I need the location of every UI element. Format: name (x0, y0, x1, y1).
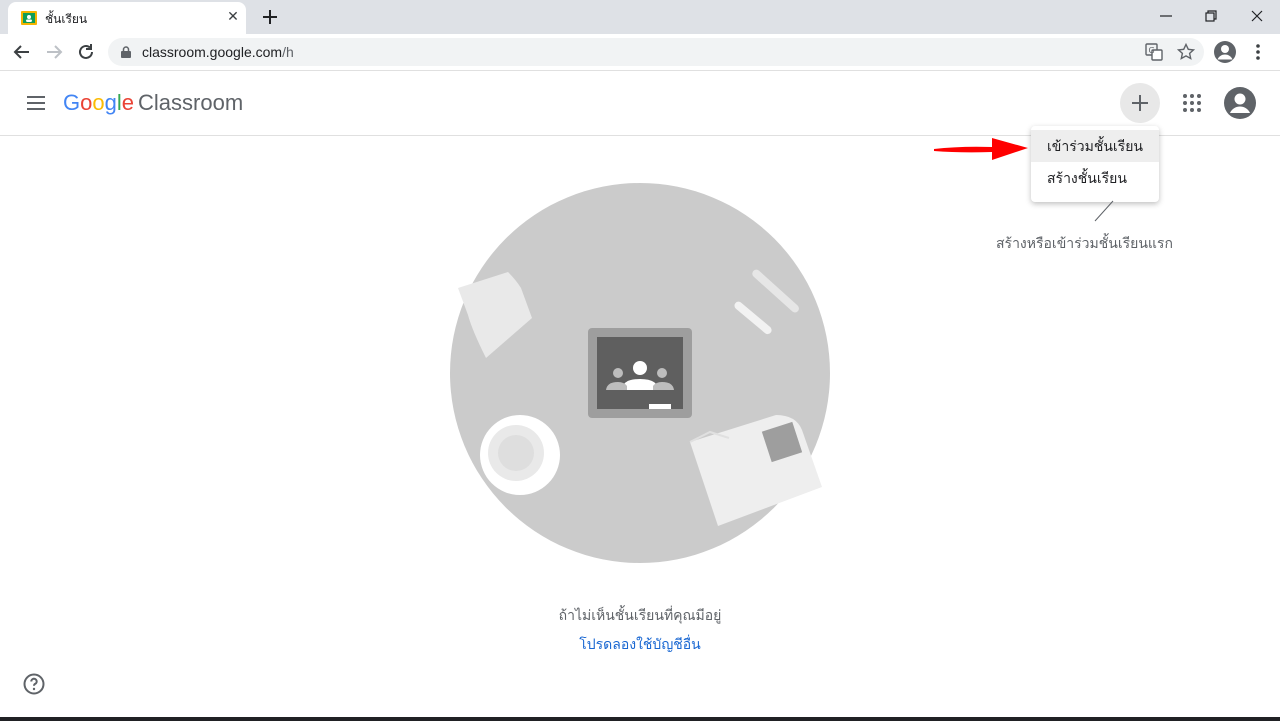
translate-icon[interactable]: G (1144, 42, 1164, 62)
product-name: Classroom (138, 90, 244, 115)
red-annotation-arrow-icon (934, 138, 1028, 160)
tab-title: ชั้นเรียน (45, 12, 88, 26)
create-join-menu: เข้าร่วมชั้นเรียน สร้างชั้นเรียน (1031, 126, 1159, 202)
create-or-join-button[interactable] (1120, 83, 1160, 123)
url-text[interactable]: classroom.google.com/h (142, 44, 294, 60)
account-avatar[interactable] (1224, 87, 1256, 119)
svg-text:G: G (1149, 46, 1155, 55)
address-bar[interactable]: classroom.google.com/h G (108, 38, 1204, 66)
close-window-icon[interactable] (1245, 4, 1269, 28)
restore-icon[interactable] (1199, 4, 1223, 28)
help-icon[interactable] (22, 672, 46, 696)
classroom-favicon-icon (21, 11, 37, 25)
browser-tab[interactable]: ชั้นเรียน ✕ (8, 2, 246, 34)
onboarding-hint: สร้างหรือเข้าร่วมชั้นเรียนแรก (996, 235, 1173, 251)
browser-tab-strip: ชั้นเรียน ✕ (0, 0, 1280, 34)
new-tab-icon[interactable] (258, 5, 282, 29)
back-icon[interactable] (10, 40, 34, 64)
browser-menu-icon[interactable] (1248, 40, 1268, 64)
google-classroom-logo[interactable]: Google Classroom (63, 89, 243, 117)
switch-account-link[interactable]: โปรดลองใช้บัญชีอื่น (579, 636, 700, 652)
browser-profile-icon[interactable] (1213, 40, 1237, 64)
join-class-menu-item[interactable]: เข้าร่วมชั้นเรียน (1031, 130, 1159, 162)
plus-icon (1132, 95, 1148, 111)
google-apps-icon[interactable] (1180, 91, 1204, 115)
minimize-icon[interactable] (1154, 4, 1178, 28)
no-classes-message: ถ้าไม่เห็นชั้นเรียนที่คุณมีอยู่ (558, 607, 722, 623)
empty-classroom-illustration (450, 183, 830, 563)
taskbar-edge (0, 717, 1280, 721)
hint-connector-line (1094, 200, 1114, 222)
bookmark-star-icon[interactable] (1176, 42, 1196, 62)
lock-icon[interactable] (119, 45, 133, 59)
reload-icon[interactable] (74, 40, 98, 64)
create-class-menu-item[interactable]: สร้างชั้นเรียน (1031, 162, 1159, 194)
browser-toolbar: classroom.google.com/h G (0, 34, 1280, 71)
switch-account-link-row: โปรดลองใช้บัญชีอื่น (0, 634, 1280, 656)
close-tab-icon[interactable]: ✕ (225, 8, 241, 24)
main-menu-icon[interactable] (24, 91, 48, 115)
forward-icon[interactable] (42, 40, 66, 64)
